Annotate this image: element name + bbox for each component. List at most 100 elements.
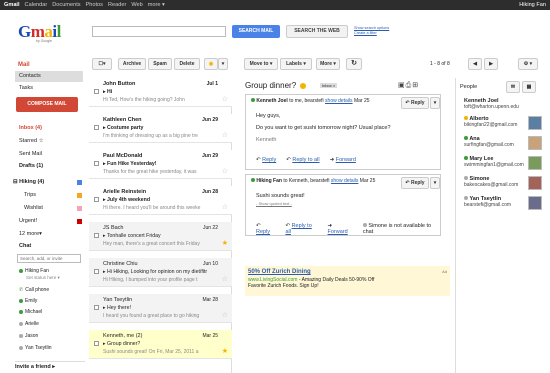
reply-link[interactable]: ↶ Reply xyxy=(256,223,275,235)
message-row[interactable]: Kathleen Chen Jun 29 ▸ Costume party I'm… xyxy=(89,114,232,143)
search-web-button[interactable]: SEARCH THE WEB xyxy=(286,25,348,38)
reply-button[interactable]: ↶ Reply xyxy=(401,97,429,109)
show-details-link[interactable]: show details xyxy=(325,98,353,104)
reply-link[interactable]: ↶ Reply xyxy=(256,157,276,163)
message-checkbox[interactable] xyxy=(94,89,99,94)
search-options-link[interactable]: Show search options xyxy=(354,26,389,31)
people-calendar-tab[interactable]: ▦ xyxy=(522,81,536,93)
refresh-button[interactable]: ↻ xyxy=(346,58,362,70)
message-checkbox[interactable] xyxy=(94,197,99,202)
folder-drafts[interactable]: Drafts (1) xyxy=(19,163,43,169)
top-link-reader[interactable]: Reader xyxy=(108,2,126,8)
label-hiking[interactable]: ⊟ Hiking (4) xyxy=(13,179,44,185)
nav-mail[interactable]: Mail xyxy=(18,62,30,68)
top-link-more[interactable]: more ▾ xyxy=(148,2,165,8)
compose-mail-button[interactable]: COMPOSE MAIL xyxy=(16,97,78,112)
chat-contact[interactable]: Michael xyxy=(19,309,42,315)
inbox-label-chip[interactable]: Inbox × xyxy=(320,83,338,88)
message-row[interactable]: Arielle Reinstein Jun 28 ▸ July 4th week… xyxy=(89,186,232,215)
chat-self[interactable]: Hiking Fan xyxy=(19,268,49,274)
star-icon[interactable]: ☆ xyxy=(222,96,228,103)
account-name[interactable]: Hiking Fan xyxy=(519,2,546,8)
star-icon[interactable]: ☆ xyxy=(222,312,228,319)
chat-call-phone[interactable]: ✆ Call phone xyxy=(19,287,49,293)
reply-all-link[interactable]: ↶ Reply to all xyxy=(286,157,319,163)
search-input[interactable] xyxy=(92,26,226,37)
top-link-calendar[interactable]: Calendar xyxy=(25,2,48,8)
message-checkbox[interactable] xyxy=(94,161,99,166)
prev-page-button[interactable]: ◀ xyxy=(468,58,482,70)
forward-link[interactable]: ➜ Forward xyxy=(328,223,353,235)
label-hiking-color[interactable] xyxy=(77,180,82,185)
person-card[interactable]: Yan Tseytlin bearstefi@gmail.com xyxy=(464,196,546,216)
chat-search-input[interactable] xyxy=(17,254,81,263)
star-icon[interactable]: ☆ xyxy=(222,168,228,175)
chat-status[interactable]: Set status here ▾ xyxy=(26,275,60,281)
person-card[interactable]: Kenneth Joel toft@wharton.upenn.edu xyxy=(464,98,546,118)
ad-title[interactable]: 50% Off Zurich Dining xyxy=(248,269,447,275)
chat-contact[interactable]: Yan Tseytlin xyxy=(19,345,52,351)
folder-starred[interactable]: Starred ☆ xyxy=(19,138,44,144)
label-trips-color[interactable] xyxy=(77,193,82,198)
chat-contact[interactable]: Arielle xyxy=(19,321,39,327)
spam-button[interactable]: Spam xyxy=(148,58,172,70)
importance-icon[interactable] xyxy=(300,83,306,89)
forward-link[interactable]: ➜ Forward xyxy=(330,157,356,163)
reply-menu-button[interactable]: ▾ xyxy=(430,177,440,189)
reply-button[interactable]: ↶ Reply xyxy=(401,177,429,189)
top-link-documents[interactable]: Documents xyxy=(52,2,80,8)
message-checkbox[interactable] xyxy=(94,269,99,274)
nav-tasks[interactable]: Tasks xyxy=(15,83,83,94)
star-icon[interactable]: ☆ xyxy=(222,204,228,211)
expand-all-icon[interactable]: ⊞ xyxy=(412,82,419,89)
person-card[interactable]: Simone bakescakes@gmail.com xyxy=(464,176,546,196)
person-card[interactable]: Ana surfingfan@gmail.com xyxy=(464,136,546,156)
reply-all-link[interactable]: ↶ Reply to all xyxy=(285,223,317,235)
message-checkbox[interactable] xyxy=(94,341,99,346)
invite-friend[interactable]: Invite a friend ▸ xyxy=(15,361,85,370)
message-row-selected[interactable]: Kenneth, me (2) Mar 25 ▸ Group dinner? S… xyxy=(89,330,232,359)
delete-button[interactable]: Delete xyxy=(174,58,200,70)
chat-contact[interactable]: Jason xyxy=(19,333,38,339)
sender-name[interactable]: Kenneth Joel xyxy=(256,98,287,104)
create-filter-link[interactable]: Create a filter xyxy=(354,31,389,36)
people-email-tab[interactable]: ✉ xyxy=(506,81,520,93)
person-card[interactable]: Alberto bikingfan22@gmail.com xyxy=(464,116,546,136)
top-link-gmail[interactable]: Gmail xyxy=(4,2,20,8)
settings-button[interactable]: ⚙ ▾ xyxy=(518,58,538,70)
show-quoted-text[interactable]: - Show quoted text - xyxy=(256,201,292,206)
label-wishlist-color[interactable] xyxy=(77,206,82,211)
sender-name[interactable]: Hiking Fan xyxy=(256,178,282,184)
message-row[interactable]: John Button Jul 1 ▸ Hi Hi Ted, How's the… xyxy=(89,78,232,107)
message-row[interactable]: JS Bach Jun 22 ▸ Tonhalle concert Friday… xyxy=(89,222,232,251)
star-icon[interactable]: ★ xyxy=(222,348,228,355)
message-row[interactable]: Yan Tseytlin Mar 28 ▸ Hey there! I heard… xyxy=(89,294,232,323)
label-wishlist[interactable]: Wishlist xyxy=(24,205,43,211)
message-checkbox[interactable] xyxy=(94,233,99,238)
folder-sent[interactable]: Sent Mail xyxy=(19,151,42,157)
more-button[interactable]: More ▾ xyxy=(316,58,340,70)
person-card[interactable]: Mary Lee swimmingfan1@gmail.com xyxy=(464,156,546,176)
star-icon[interactable]: ☆ xyxy=(222,132,228,139)
star-icon[interactable]: ★ xyxy=(222,240,228,247)
top-link-web[interactable]: Web xyxy=(131,2,142,8)
message-row[interactable]: Christine Chiu Jun 10 ▸ Hi Hiking, Looki… xyxy=(89,258,232,287)
more-labels-link[interactable]: 12 more▾ xyxy=(19,231,42,237)
chat-contact[interactable]: Emily xyxy=(19,298,37,304)
nav-contacts[interactable]: Contacts xyxy=(15,71,83,82)
chevron-down-icon[interactable]: ▾ xyxy=(218,58,228,70)
next-page-button[interactable]: ▶ xyxy=(484,58,498,70)
star-icon[interactable]: ☆ xyxy=(222,276,228,283)
folder-inbox[interactable]: Inbox (4) xyxy=(19,125,42,131)
search-mail-button[interactable]: SEARCH MAIL xyxy=(232,25,280,38)
message-row[interactable]: Paul McDonald Jun 29 ▸ Fun Hike Yesterda… xyxy=(89,150,232,179)
move-to-button[interactable]: Move to ▾ xyxy=(244,58,278,70)
select-dropdown[interactable]: ☐▾ xyxy=(92,58,112,70)
reply-menu-button[interactable]: ▾ xyxy=(430,97,440,109)
label-trips[interactable]: Trips xyxy=(24,192,36,198)
label-urgent[interactable]: Urgent! xyxy=(19,218,37,224)
new-window-icon[interactable]: ▣ xyxy=(398,82,406,89)
message-checkbox[interactable] xyxy=(94,305,99,310)
top-link-photos[interactable]: Photos xyxy=(86,2,103,8)
archive-button[interactable]: Archive xyxy=(118,58,146,70)
